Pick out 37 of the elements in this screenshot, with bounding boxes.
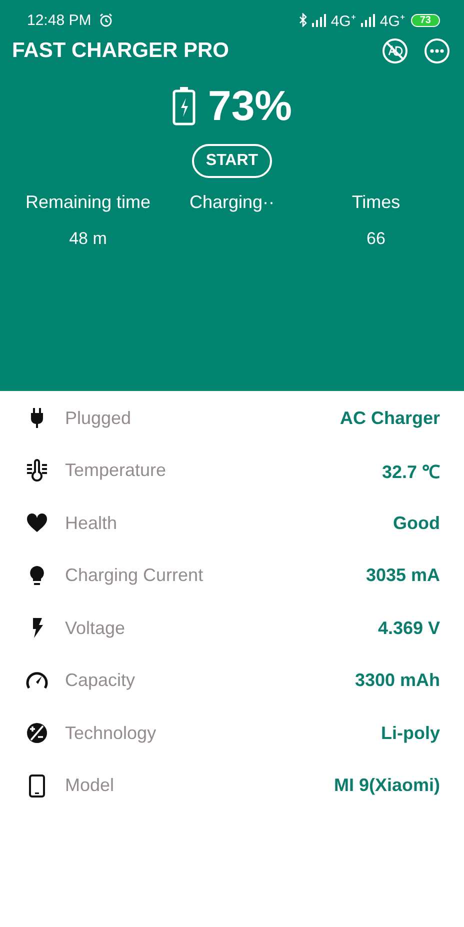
network-type: 4G⁺: [380, 12, 405, 30]
stat-label: Remaining time: [25, 192, 151, 213]
network-type: 4G⁺: [330, 12, 356, 30]
detail-label: Temperature: [65, 460, 168, 482]
detail-label: Model: [65, 775, 116, 796]
plus-minus-icon: [25, 721, 49, 746]
detail-value: 3300 mAh: [354, 670, 440, 692]
detail-label: Capacity: [65, 670, 136, 692]
detail-label: Charging Current: [65, 565, 204, 586]
no-ads-icon[interactable]: [382, 38, 408, 64]
status-time: 12:48 PM: [27, 12, 92, 28]
more-icon[interactable]: [424, 38, 450, 64]
detail-value: Good: [393, 512, 440, 534]
detail-value: MI 9(Xiaomi): [334, 775, 440, 796]
stat-label: Times: [352, 192, 400, 213]
detail-value: 4.369 V: [378, 618, 440, 639]
battery-percentage: 73%: [208, 82, 292, 130]
detail-value: AC Charger: [340, 408, 440, 429]
detail-value: 32.7 ℃: [382, 460, 440, 483]
detail-label: Plugged: [65, 408, 132, 429]
stat-label: Charging··: [189, 192, 275, 213]
signal-icon: [360, 13, 376, 27]
detail-value: 3035 mA: [366, 565, 440, 586]
detail-value: Li-poly: [381, 722, 440, 744]
battery-indicator: 73: [410, 14, 440, 26]
charging-battery-icon: [172, 86, 196, 126]
thermometer-icon: [25, 458, 49, 483]
detail-label: Technology: [65, 722, 158, 744]
detail-label: Voltage: [65, 618, 126, 639]
stat-value: 48 m: [69, 229, 107, 249]
start-button[interactable]: START: [192, 144, 272, 178]
app-title: FAST CHARGER PRO: [12, 39, 230, 63]
stat-value: 66: [366, 229, 386, 249]
signal-icon: [310, 13, 327, 27]
alarm-icon: [99, 13, 114, 27]
bluetooth-icon: [298, 13, 307, 27]
detail-label: Health: [65, 512, 118, 534]
